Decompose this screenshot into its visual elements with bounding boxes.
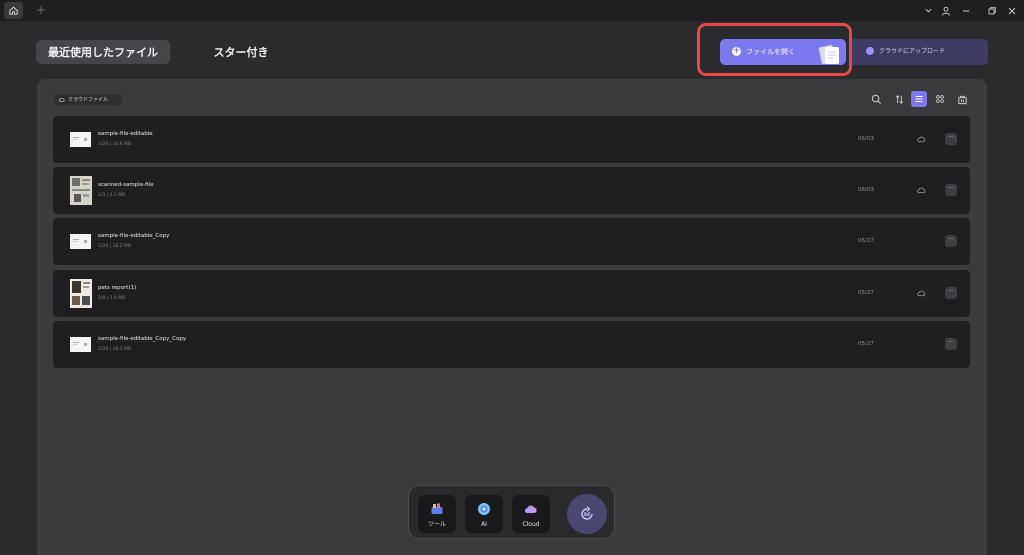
file-date: 05/27 [858, 341, 874, 347]
cloud-label: Cloud [522, 521, 540, 528]
account-icon[interactable] [936, 2, 956, 19]
cloud-icon [59, 97, 65, 102]
file-meta: 1/28 | 16.6 MB [98, 142, 131, 147]
cloud-icon[interactable] [917, 135, 926, 143]
bottom-dock: ツール AI Cloud [408, 485, 615, 539]
file-row[interactable]: sample-file-editable 1/28 | 16.6 MB 06/0… [53, 116, 970, 163]
file-date: 05/27 [858, 290, 874, 296]
home-tab[interactable] [4, 2, 23, 19]
more-options-button[interactable]: ··· [945, 184, 957, 196]
upload-to-cloud-label: クラウドにアップロード [879, 48, 946, 55]
more-options-button[interactable]: ··· [945, 133, 957, 145]
search-icon[interactable] [868, 91, 884, 107]
file-name: pets report(1) [98, 285, 137, 291]
cloud-icon[interactable] [917, 186, 926, 194]
file-name: sample-file-editable_Copy [98, 233, 170, 239]
file-meta: 1/28 | 18.2 MB [98, 244, 131, 249]
cloud-button[interactable]: Cloud [512, 495, 550, 533]
tools-label: ツール [427, 521, 446, 528]
more-options-button[interactable]: ··· [945, 287, 957, 299]
file-thumbnail [70, 176, 92, 205]
minimize-icon[interactable] [956, 2, 976, 19]
more-options-button[interactable]: ··· [945, 235, 957, 247]
ai-icon [478, 503, 490, 515]
file-name: scanned-sample-file [98, 182, 154, 188]
upload-icon [866, 47, 874, 55]
file-date: 06/03 [858, 187, 874, 193]
file-row[interactable]: pets report(1) 1/8 | 3.8 MB 05/27 ··· [53, 270, 970, 317]
home-icon [9, 6, 18, 15]
file-thumbnail [70, 279, 92, 308]
bulk-delete-icon[interactable] [954, 91, 970, 107]
upload-to-cloud-button[interactable]: クラウドにアップロード [852, 39, 988, 65]
list-view-icon[interactable] [911, 91, 927, 107]
file-meta: 1/8 | 3.8 MB [98, 296, 126, 301]
file-name: sample-file-editable_Copy_Copy [98, 336, 187, 342]
file-row[interactable]: sample-file-editable_Copy 1/28 | 18.2 MB… [53, 218, 970, 265]
sync-icon [581, 506, 593, 520]
ai-button[interactable]: AI [465, 495, 503, 533]
file-thumbnail [70, 132, 91, 147]
cloud-files-label: クラウドファイル [68, 97, 109, 103]
toolbox-icon [431, 503, 443, 514]
file-thumbnail [70, 337, 91, 352]
cloud-files-filter[interactable]: クラウドファイル [54, 94, 122, 105]
ai-label: AI [481, 521, 487, 528]
more-options-button[interactable]: ··· [945, 338, 957, 350]
tab-starred[interactable]: スター付き [196, 40, 286, 64]
restore-icon[interactable] [982, 2, 1002, 19]
file-row[interactable]: scanned-sample-file 1/3 | 2.2 MB 06/03 ·… [53, 167, 970, 214]
grid-view-icon[interactable] [932, 91, 948, 107]
file-name: sample-file-editable [98, 131, 153, 137]
chevron-down-icon[interactable] [918, 2, 938, 19]
file-date: 06/03 [858, 136, 874, 142]
title-bar: + [0, 0, 1024, 21]
file-date: 05/27 [858, 238, 874, 244]
file-meta: 1/3 | 2.2 MB [98, 193, 126, 198]
file-row[interactable]: sample-file-editable_Copy_Copy 1/28 | 18… [53, 321, 970, 368]
tools-button[interactable]: ツール [418, 495, 456, 533]
cloud-icon[interactable] [917, 289, 926, 297]
sync-button[interactable] [567, 494, 607, 534]
open-file-highlight [697, 23, 852, 76]
sort-icon[interactable] [891, 91, 907, 107]
file-meta: 1/28 | 18.3 MB [98, 347, 131, 352]
file-thumbnail [70, 234, 91, 249]
cloud-app-icon [524, 505, 537, 514]
close-icon[interactable] [1002, 2, 1022, 19]
tab-recent-files[interactable]: 最近使用したファイル [36, 40, 170, 64]
new-tab-button[interactable]: + [34, 2, 48, 19]
